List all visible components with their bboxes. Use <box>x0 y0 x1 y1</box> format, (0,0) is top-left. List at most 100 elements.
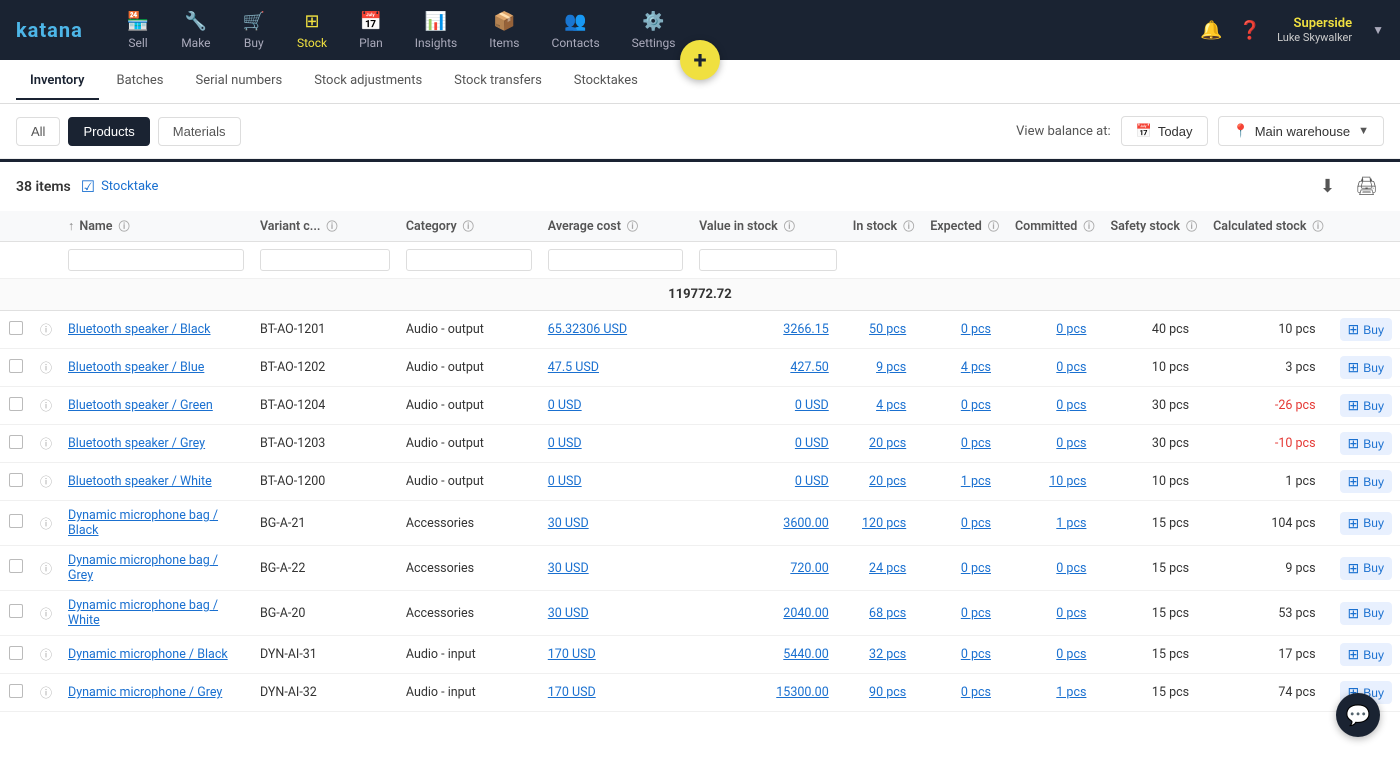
avg-cost-info-icon[interactable]: ⓘ <box>627 220 638 233</box>
value-in-stock-link[interactable]: 720.00 <box>790 561 828 576</box>
value-in-stock-link[interactable]: 0 USD <box>795 474 829 489</box>
col-value-in-stock[interactable]: Value in stock ⓘ <box>691 211 845 242</box>
row-buy-button[interactable]: ⊞ Buy <box>1340 394 1392 417</box>
col-avg-cost[interactable]: Average cost ⓘ <box>540 211 691 242</box>
sub-nav-serial-numbers[interactable]: Serial numbers <box>182 63 297 100</box>
name-info-icon[interactable]: ⓘ <box>119 220 130 233</box>
stocktake-button[interactable]: ☑ Stocktake <box>81 177 159 196</box>
product-name-link[interactable]: Bluetooth speaker / White <box>68 474 212 489</box>
row-info-icon[interactable]: ⓘ <box>40 399 52 413</box>
avg-cost-link[interactable]: 0 USD <box>548 436 582 451</box>
filter-category-input[interactable] <box>406 249 532 271</box>
row-buy-button[interactable]: ⊞ Buy <box>1340 356 1392 379</box>
expected-link[interactable]: 0 pcs <box>961 516 991 531</box>
filter-materials-button[interactable]: Materials <box>158 117 241 146</box>
col-in-stock[interactable]: In stock ⓘ <box>845 211 922 242</box>
row-info-icon[interactable]: ⓘ <box>40 648 52 662</box>
row-buy-button[interactable]: ⊞ Buy <box>1340 602 1392 625</box>
filter-name-input[interactable] <box>68 249 244 271</box>
committed-link[interactable]: 0 pcs <box>1056 606 1086 621</box>
warehouse-selector-button[interactable]: 📍 Main warehouse ▼ <box>1218 116 1384 146</box>
value-in-stock-link[interactable]: 15300.00 <box>776 685 828 700</box>
expected-link[interactable]: 0 pcs <box>961 606 991 621</box>
row-buy-button[interactable]: ⊞ Buy <box>1340 470 1392 493</box>
value-in-stock-link[interactable]: 3600.00 <box>783 516 828 531</box>
row-checkbox[interactable] <box>9 559 23 573</box>
sub-nav-batches[interactable]: Batches <box>103 63 178 100</box>
avg-cost-link[interactable]: 30 USD <box>548 561 589 576</box>
value-in-stock-link[interactable]: 5440.00 <box>783 647 828 662</box>
col-name[interactable]: ↑ Name ⓘ <box>60 211 252 242</box>
product-name-link[interactable]: Dynamic microphone bag / Grey <box>68 553 218 583</box>
nav-item-sell[interactable]: 🏪 Sell <box>113 3 163 58</box>
product-name-link[interactable]: Bluetooth speaker / Grey <box>68 436 205 451</box>
expected-link[interactable]: 1 pcs <box>961 474 991 489</box>
product-name-link[interactable]: Dynamic microphone bag / White <box>68 598 218 628</box>
committed-link[interactable]: 1 pcs <box>1056 685 1086 700</box>
expected-link[interactable]: 0 pcs <box>961 647 991 662</box>
filter-value-input[interactable] <box>699 249 837 271</box>
col-category[interactable]: Category ⓘ <box>398 211 540 242</box>
row-info-icon[interactable]: ⓘ <box>40 437 52 451</box>
committed-link[interactable]: 0 pcs <box>1056 561 1086 576</box>
in-stock-link[interactable]: 120 pcs <box>862 516 906 531</box>
in-stock-link[interactable]: 68 pcs <box>869 606 906 621</box>
committed-link[interactable]: 10 pcs <box>1049 474 1086 489</box>
row-buy-button[interactable]: ⊞ Buy <box>1340 643 1392 666</box>
sub-nav-stock-transfers[interactable]: Stock transfers <box>440 63 556 100</box>
expected-link[interactable]: 0 pcs <box>961 398 991 413</box>
row-buy-button[interactable]: ⊞ Buy <box>1340 432 1392 455</box>
row-checkbox[interactable] <box>9 359 23 373</box>
row-checkbox[interactable] <box>9 321 23 335</box>
date-picker-button[interactable]: 📅 Today <box>1121 116 1208 146</box>
row-checkbox[interactable] <box>9 604 23 618</box>
avg-cost-link[interactable]: 0 USD <box>548 474 582 489</box>
expected-link[interactable]: 0 pcs <box>961 322 991 337</box>
avg-cost-link[interactable]: 0 USD <box>548 398 582 413</box>
col-committed[interactable]: Committed ⓘ <box>1007 211 1102 242</box>
in-stock-link[interactable]: 32 pcs <box>869 647 906 662</box>
in-stock-link[interactable]: 20 pcs <box>869 474 906 489</box>
row-checkbox[interactable] <box>9 397 23 411</box>
calc-stock-info-icon[interactable]: ⓘ <box>1313 220 1324 233</box>
add-plus-button[interactable]: + <box>680 40 720 80</box>
in-stock-link[interactable]: 9 pcs <box>876 360 906 375</box>
nav-item-plan[interactable]: 📅 Plan <box>345 3 397 58</box>
value-in-stock-link[interactable]: 427.50 <box>790 360 828 375</box>
product-name-link[interactable]: Dynamic microphone / Grey <box>68 685 222 700</box>
committed-link[interactable]: 0 pcs <box>1056 436 1086 451</box>
chat-button[interactable]: 💬 <box>1336 693 1380 737</box>
committed-link[interactable]: 0 pcs <box>1056 398 1086 413</box>
row-info-icon[interactable]: ⓘ <box>40 361 52 375</box>
avg-cost-link[interactable]: 65.32306 USD <box>548 322 627 337</box>
row-buy-button[interactable]: ⊞ Buy <box>1340 512 1392 535</box>
sub-nav-stocktakes[interactable]: Stocktakes <box>560 63 652 100</box>
committed-link[interactable]: 1 pcs <box>1056 516 1086 531</box>
avg-cost-link[interactable]: 30 USD <box>548 606 589 621</box>
row-buy-button[interactable]: ⊞ Buy <box>1340 318 1392 341</box>
avg-cost-link[interactable]: 47.5 USD <box>548 360 599 375</box>
value-info-icon[interactable]: ⓘ <box>784 220 795 233</box>
expected-link[interactable]: 0 pcs <box>961 685 991 700</box>
product-name-link[interactable]: Dynamic microphone / Black <box>68 647 228 662</box>
filter-products-button[interactable]: Products <box>68 117 149 146</box>
row-checkbox[interactable] <box>9 473 23 487</box>
avg-cost-link[interactable]: 170 USD <box>548 685 596 700</box>
committed-link[interactable]: 0 pcs <box>1056 322 1086 337</box>
row-info-icon[interactable]: ⓘ <box>40 607 52 621</box>
expected-link[interactable]: 4 pcs <box>961 360 991 375</box>
product-name-link[interactable]: Bluetooth speaker / Blue <box>68 360 204 375</box>
row-info-icon[interactable]: ⓘ <box>40 562 52 576</box>
in-stock-link[interactable]: 20 pcs <box>869 436 906 451</box>
committed-link[interactable]: 0 pcs <box>1056 647 1086 662</box>
nav-item-buy[interactable]: 🛒 Buy <box>229 3 279 58</box>
row-checkbox[interactable] <box>9 684 23 698</box>
app-logo[interactable]: katana <box>16 18 83 42</box>
committed-info-icon[interactable]: ⓘ <box>1083 220 1094 233</box>
nav-item-stock[interactable]: ⊞ Stock <box>283 3 341 58</box>
row-checkbox[interactable] <box>9 514 23 528</box>
expected-link[interactable]: 0 pcs <box>961 436 991 451</box>
variant-info-icon[interactable]: ⓘ <box>327 220 338 233</box>
expected-link[interactable]: 0 pcs <box>961 561 991 576</box>
row-info-icon[interactable]: ⓘ <box>40 475 52 489</box>
